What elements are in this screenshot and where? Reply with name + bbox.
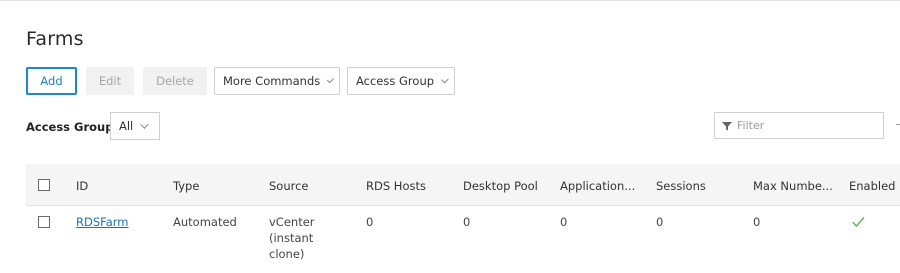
farm-rds-hosts: 0 xyxy=(366,215,374,229)
more-commands-dropdown[interactable]: More Commands xyxy=(214,67,340,95)
column-header-type[interactable]: Type xyxy=(173,179,199,193)
column-header-id[interactable]: ID xyxy=(76,179,88,193)
table-row[interactable]: RDSFarm Automated vCenter (instant clone… xyxy=(26,206,900,273)
farm-max-number: 0 xyxy=(753,215,761,229)
access-group-select[interactable]: All xyxy=(110,112,160,140)
edge-divider xyxy=(896,124,900,125)
chevron-down-icon xyxy=(327,76,334,84)
add-button[interactable]: Add xyxy=(26,67,77,95)
filter-placeholder: Filter xyxy=(737,119,765,132)
column-header-enabled[interactable]: Enabled xyxy=(849,179,895,193)
edit-button[interactable]: Edit xyxy=(86,67,134,95)
checkmark-icon xyxy=(852,217,865,227)
top-divider xyxy=(0,0,900,1)
farm-id-link[interactable]: RDSFarm xyxy=(76,215,128,229)
column-header-max-number[interactable]: Max Numbe... xyxy=(753,179,833,193)
farm-applications: 0 xyxy=(560,215,568,229)
farm-desktop-pool: 0 xyxy=(463,215,471,229)
chevron-down-icon xyxy=(441,75,449,84)
delete-button[interactable]: Delete xyxy=(143,67,207,95)
farm-type: Automated xyxy=(173,215,237,229)
access-group-select-value: All xyxy=(119,119,134,133)
table-header: ID Type Source RDS Hosts Desktop Pool Ap… xyxy=(26,164,900,206)
funnel-icon xyxy=(722,121,732,130)
farm-sessions: 0 xyxy=(656,215,664,229)
page-title: Farms xyxy=(26,28,84,50)
farm-source: vCenter (instant clone) xyxy=(269,215,315,261)
access-group-dropdown[interactable]: Access Group xyxy=(347,67,455,95)
row-checkbox[interactable] xyxy=(38,216,50,228)
column-header-sessions[interactable]: Sessions xyxy=(656,179,706,193)
select-all-checkbox[interactable] xyxy=(38,179,50,191)
column-header-applications[interactable]: Application... xyxy=(560,179,635,193)
more-commands-label: More Commands xyxy=(223,74,321,88)
filter-input[interactable]: Filter xyxy=(714,112,884,139)
column-header-source[interactable]: Source xyxy=(269,179,309,193)
chevron-down-icon xyxy=(140,120,149,129)
column-header-desktop-pool[interactable]: Desktop Pool xyxy=(463,179,538,193)
column-header-rds-hosts[interactable]: RDS Hosts xyxy=(366,179,426,193)
access-group-button-label: Access Group xyxy=(356,74,435,88)
access-group-filter-label: Access Group xyxy=(26,120,114,134)
